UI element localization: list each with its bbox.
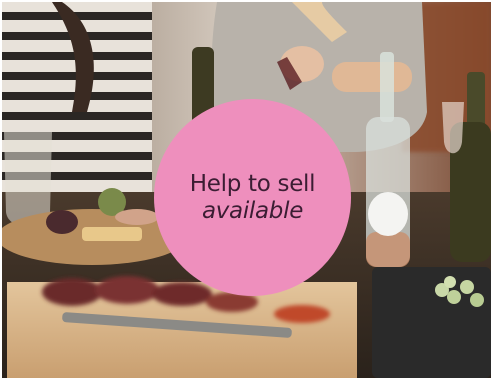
hero-image-frame: Help to sell available xyxy=(2,2,491,378)
badge-title: Help to sell xyxy=(189,171,316,197)
help-to-sell-badge: Help to sell available xyxy=(154,99,351,296)
slate-board xyxy=(372,267,491,378)
wine-glass xyxy=(442,102,464,154)
badge-subtitle: available xyxy=(201,198,304,224)
